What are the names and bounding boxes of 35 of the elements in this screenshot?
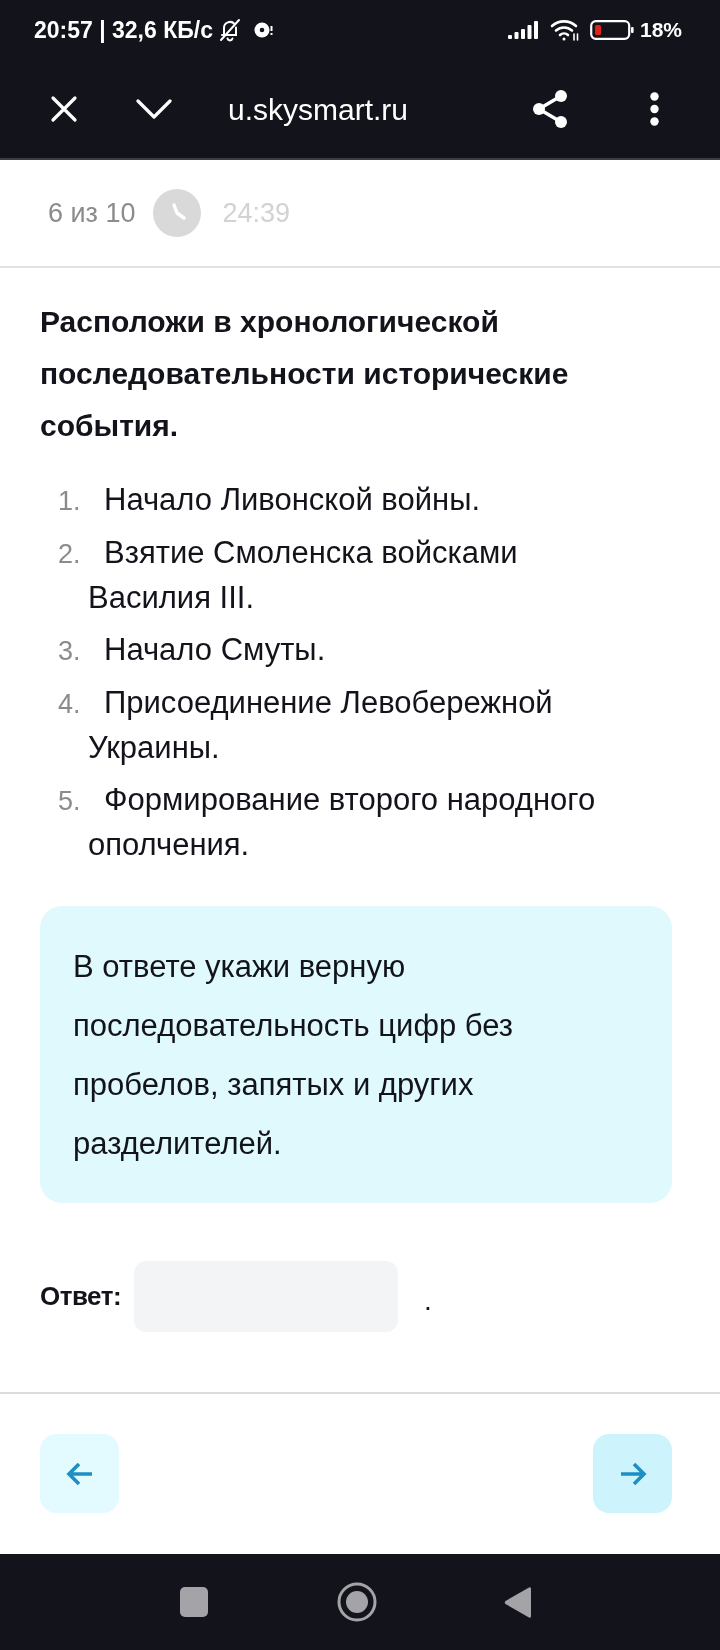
status-text: 20:57 | 32,6 КБ/с — [34, 15, 213, 45]
arrow-right-icon — [618, 1460, 647, 1487]
wifi-icon — [549, 19, 580, 41]
signal-icon — [507, 21, 539, 39]
answer-label: Ответ: — [40, 1280, 122, 1313]
home-icon[interactable] — [337, 1582, 377, 1622]
item-number: 2. — [58, 538, 82, 571]
item-number: 3. — [58, 635, 82, 668]
battery-icon — [589, 20, 634, 40]
event-text: Формирование второго народного ополчения. — [88, 782, 596, 862]
event-text: Начало Смуты. — [104, 632, 326, 667]
clock-icon — [152, 189, 201, 237]
hint-text: В ответе укажи верную последовательность цифр без пробелов, запятых и других разделителей. — [73, 948, 514, 1163]
item-number: 4. — [58, 688, 82, 721]
battery-percent: 18% — [639, 17, 682, 44]
item-number: 1. — [58, 485, 82, 518]
more-icon — [649, 92, 659, 126]
event-text: Присоединение Левобережной Украины. — [88, 685, 553, 765]
event-text: Начало Ливонской войны. — [104, 482, 481, 517]
question-counter: 6 из 10 — [48, 196, 136, 230]
bell-off-icon — [218, 18, 241, 42]
chevron-down-icon — [136, 99, 172, 119]
next-button[interactable] — [593, 1434, 672, 1513]
arrow-left-icon — [65, 1460, 94, 1487]
question-title: Расположи в хронологической последовательности исторические события. — [40, 304, 570, 444]
answer-period: . — [424, 1283, 432, 1318]
share-icon — [532, 90, 568, 128]
event-text: Взятие Смоленска войсками Василия III. — [88, 535, 518, 615]
back-button[interactable] — [40, 1434, 119, 1513]
close-icon — [50, 95, 78, 123]
disc-icon — [252, 20, 273, 40]
url-text[interactable]: u.skysmart.ru — [228, 86, 409, 132]
back-icon[interactable] — [504, 1585, 531, 1619]
recents-icon[interactable] — [180, 1587, 208, 1617]
item-number: 5. — [58, 785, 82, 818]
